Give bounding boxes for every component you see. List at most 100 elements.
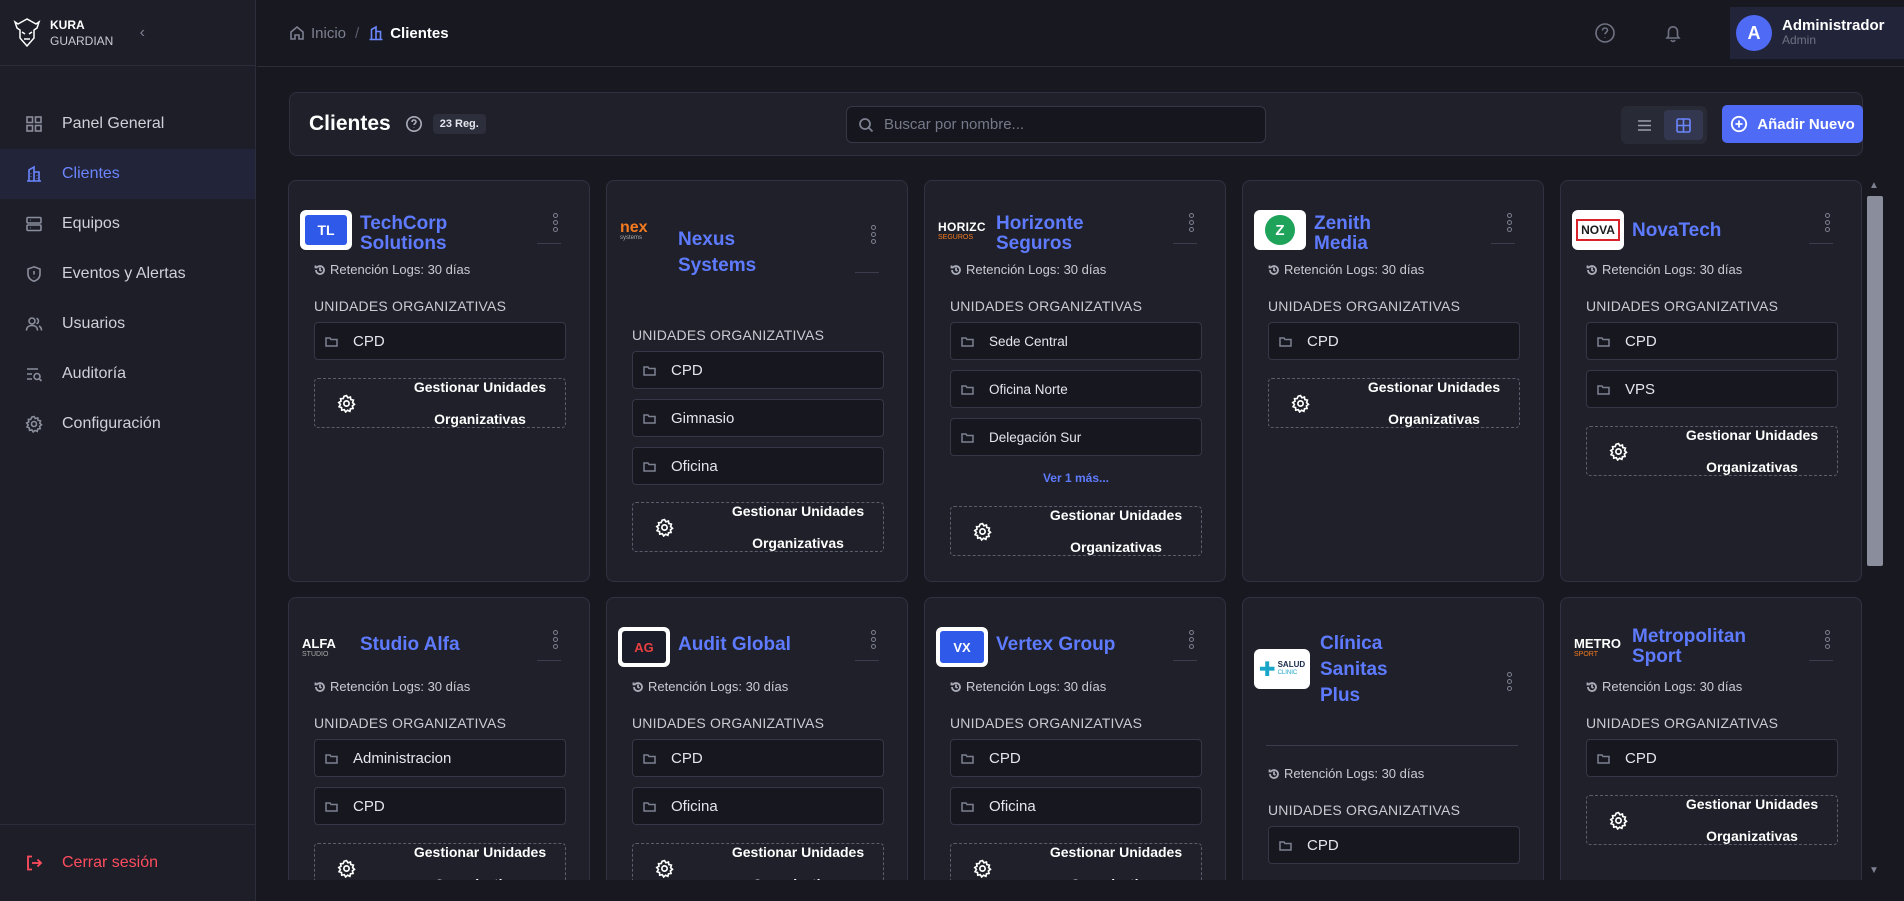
client-name-line: Solutions (360, 233, 447, 254)
grid-scrollbar[interactable]: ▲ ▼ (1867, 180, 1883, 880)
org-unit-item[interactable]: Oficina (632, 447, 884, 485)
divider (1266, 745, 1518, 746)
org-unit-item[interactable]: Sede Central (950, 322, 1202, 360)
history-icon (1586, 681, 1597, 692)
org-unit-item[interactable]: CPD (950, 739, 1202, 777)
help-icon[interactable] (405, 115, 423, 133)
org-unit-item[interactable]: VPS (1586, 370, 1838, 408)
client-logo-text: TL (305, 215, 347, 245)
manage-label-1: Gestionar Unidades (731, 844, 865, 860)
org-unit-item[interactable]: CPD (632, 739, 884, 777)
retention-text: Retención Logs: 30 días (648, 679, 789, 694)
divider (855, 660, 879, 661)
manage-units-button[interactable]: Gestionar Unidades Organizativas (632, 843, 884, 880)
org-unit-item[interactable]: CPD (314, 322, 566, 360)
list-view-button[interactable] (1625, 110, 1664, 140)
help-icon[interactable] (1594, 22, 1616, 44)
client-card[interactable]: METRO SPORT Metropolitan Sport Retención … (1560, 597, 1862, 880)
org-unit-item[interactable]: Delegación Sur (950, 418, 1202, 456)
client-logo-subtext: systems (620, 234, 643, 241)
search-icon (859, 117, 874, 132)
search-input[interactable] (884, 116, 1265, 133)
client-card[interactable]: nex systems Nexus Systems UNIDADES ORGANI… (606, 180, 908, 582)
org-unit-item[interactable]: CPD (632, 351, 884, 389)
card-menu-icon[interactable] (871, 628, 877, 651)
home-icon (290, 25, 304, 40)
org-unit-item[interactable]: CPD (1268, 826, 1520, 864)
manage-units-button[interactable]: Gestionar Unidades Organizativas (314, 843, 566, 880)
client-name[interactable]: Nexus Systems (678, 227, 756, 279)
client-name[interactable]: NovaTech (1632, 221, 1721, 241)
manage-units-button[interactable]: Gestionar Unidades Organizativas (950, 843, 1202, 880)
client-card[interactable]: ✚ SALUD CLINIC Clínica Sanitas Plus Retenc… (1242, 597, 1544, 880)
card-menu-icon[interactable] (871, 223, 877, 246)
add-new-button[interactable]: Añadir Nuevo (1722, 105, 1863, 143)
card-menu-icon[interactable] (1189, 628, 1195, 651)
client-card[interactable]: TL TechCorp Solutions Retención Logs: 30 … (288, 180, 590, 582)
card-menu-icon[interactable] (1507, 670, 1513, 693)
manage-units-button[interactable]: Gestionar Unidades Organizativas (1586, 426, 1838, 476)
card-menu-icon[interactable] (1189, 211, 1195, 234)
breadcrumb-home[interactable]: Inicio (311, 25, 346, 42)
client-card[interactable]: NOVA NovaTech Retención Logs: 30 días UN… (1560, 180, 1862, 582)
manage-units-button[interactable]: Gestionar Unidades Organizativas (314, 378, 566, 428)
manage-units-button[interactable]: Gestionar Unidades Organizativas (1586, 795, 1838, 845)
manage-label-2: Organizativas (1706, 459, 1798, 475)
scrollbar-thumb[interactable] (1867, 196, 1883, 566)
client-card[interactable]: Z Zenith Media Retención Logs: 30 días UN… (1242, 180, 1544, 582)
sidebar-item-eventos[interactable]: Eventos y Alertas (0, 249, 255, 299)
client-card[interactable]: HORIZC SEGUROS Horizonte Seguros Retenció… (924, 180, 1226, 582)
folder-icon (643, 461, 656, 472)
client-name[interactable]: Clínica Sanitas Plus (1320, 631, 1388, 709)
scroll-up-arrow-icon[interactable]: ▲ (1869, 180, 1879, 191)
client-name[interactable]: Metropolitan Sport (1632, 627, 1746, 667)
client-logo: VX (936, 627, 988, 667)
manage-units-button[interactable]: Gestionar Unidades Organizativas (950, 506, 1202, 556)
retention-text: Retención Logs: 30 días (330, 679, 471, 694)
card-menu-icon[interactable] (1507, 211, 1513, 234)
sidebar-item-panel-general[interactable]: Panel General (0, 99, 255, 149)
org-unit-item[interactable]: Oficina Norte (950, 370, 1202, 408)
sidebar-item-equipos[interactable]: Equipos (0, 199, 255, 249)
org-unit-item[interactable]: Oficina (632, 787, 884, 825)
user-menu[interactable]: A Administrador Admin (1730, 7, 1904, 59)
gear-icon (337, 859, 356, 878)
card-menu-icon[interactable] (1825, 211, 1831, 234)
card-menu-icon[interactable] (553, 211, 559, 234)
plus-circle-icon (1731, 115, 1748, 133)
client-name[interactable]: Audit Global (678, 635, 791, 655)
client-name-line: Seguros (996, 233, 1073, 254)
bell-icon[interactable] (1662, 22, 1684, 44)
client-name[interactable]: TechCorp Solutions (360, 214, 447, 254)
client-logo: HORIZC SEGUROS (936, 210, 988, 250)
scroll-down-arrow-icon[interactable]: ▼ (1869, 865, 1879, 876)
grid-view-button[interactable] (1664, 110, 1703, 140)
logout-button[interactable]: Cerrar sesión (0, 824, 256, 901)
client-name[interactable]: Horizonte Seguros (996, 214, 1084, 254)
org-unit-item[interactable]: CPD (1586, 322, 1838, 360)
collapse-sidebar-chevron-icon[interactable]: ‹ (140, 24, 145, 42)
client-card[interactable]: AG Audit Global Retención Logs: 30 días … (606, 597, 908, 880)
client-card[interactable]: ALFA STUDIO Studio Alfa Retención Logs: … (288, 597, 590, 880)
client-name[interactable]: Vertex Group (996, 635, 1115, 655)
card-menu-icon[interactable] (1825, 628, 1831, 651)
card-menu-icon[interactable] (553, 628, 559, 651)
org-unit-item[interactable]: Administracion (314, 739, 566, 777)
manage-units-button[interactable]: Gestionar Unidades Organizativas (632, 502, 884, 552)
sidebar-item-label: Eventos y Alertas (62, 265, 186, 282)
sidebar-item-clientes[interactable]: Clientes (0, 149, 255, 199)
client-card[interactable]: VX Vertex Group Retención Logs: 30 días … (924, 597, 1226, 880)
client-name[interactable]: Zenith Media (1314, 214, 1371, 254)
sidebar-item-auditoria[interactable]: Auditoría (0, 349, 255, 399)
org-unit-item[interactable]: Gimnasio (632, 399, 884, 437)
org-unit-item[interactable]: Oficina (950, 787, 1202, 825)
manage-units-button[interactable]: Gestionar Unidades Organizativas (1268, 378, 1520, 428)
sidebar-item-configuracion[interactable]: Configuración (0, 399, 255, 449)
org-unit-item[interactable]: CPD (1268, 322, 1520, 360)
org-unit-item[interactable]: CPD (314, 787, 566, 825)
show-more-link[interactable]: Ver 1 más... (950, 471, 1202, 485)
client-name-line: Nexus (678, 229, 736, 250)
client-name[interactable]: Studio Alfa (360, 635, 460, 655)
org-unit-item[interactable]: CPD (1586, 739, 1838, 777)
sidebar-item-usuarios[interactable]: Usuarios (0, 299, 255, 349)
